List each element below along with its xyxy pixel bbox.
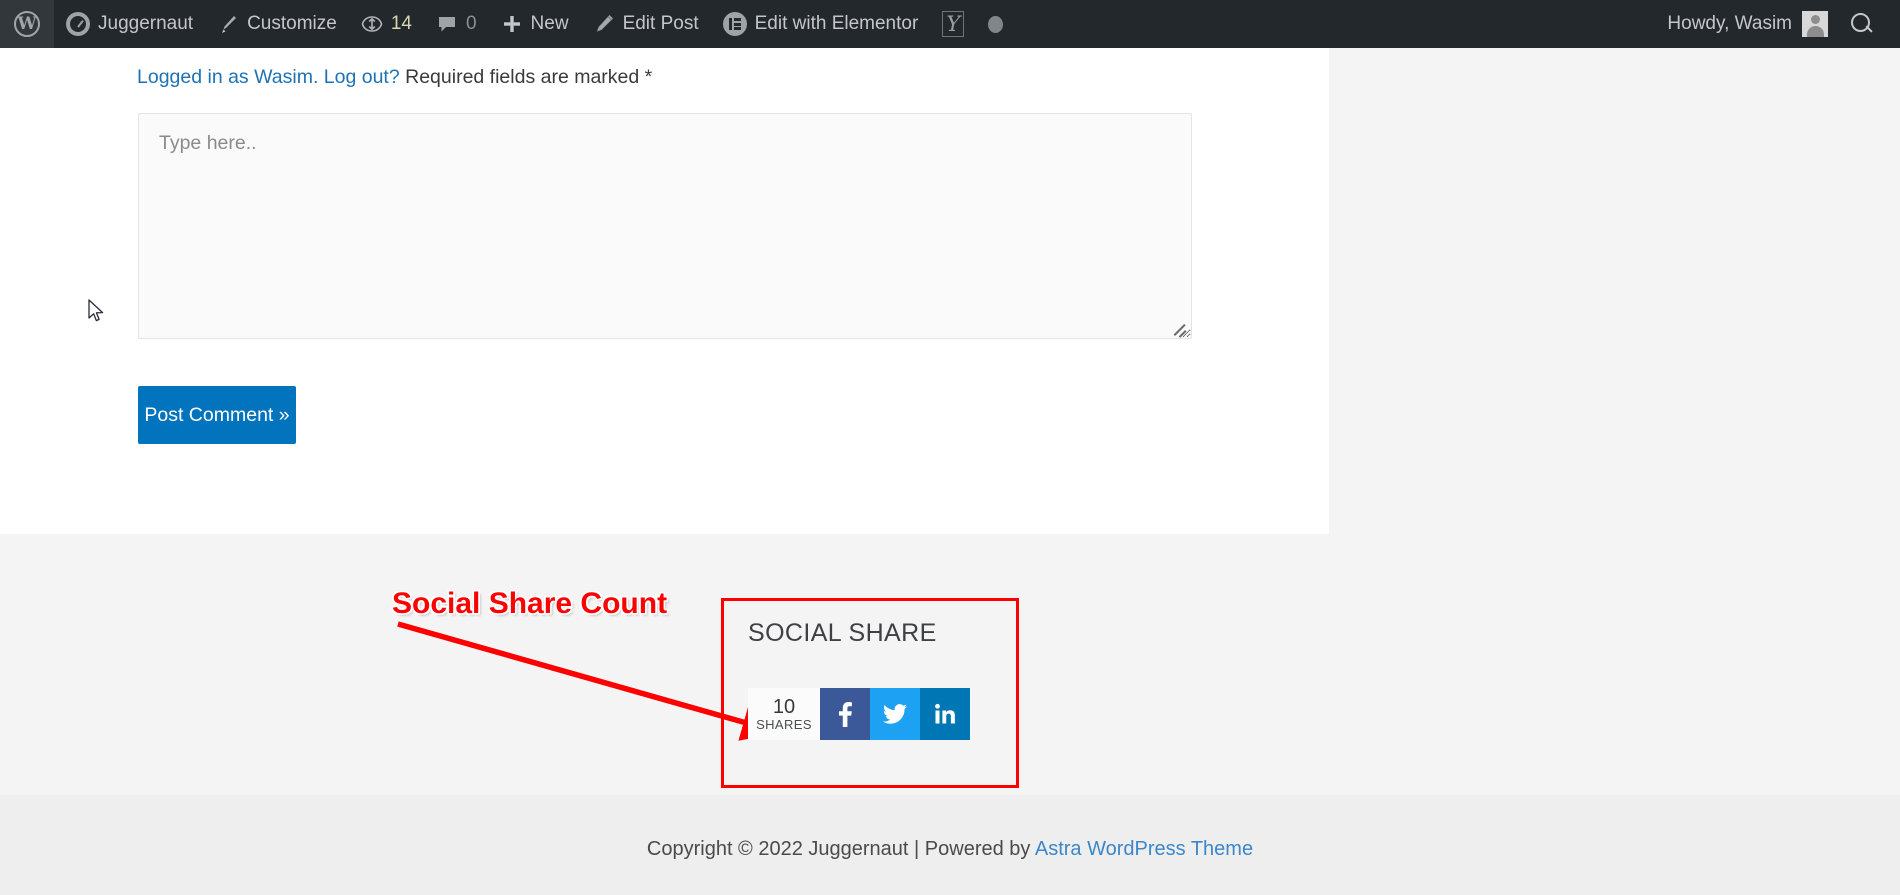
linkedin-icon: [933, 702, 957, 726]
astra-theme-link[interactable]: Astra WordPress Theme: [1035, 838, 1253, 860]
comment-bubble-icon: [436, 13, 458, 35]
wordpress-logo-icon: W: [14, 11, 40, 37]
admin-bar-left-group: W Juggernaut Customize 14 0 New Edit Pos…: [0, 0, 1015, 48]
share-count-label: SHARES: [756, 716, 812, 732]
elementor-icon: [722, 12, 747, 36]
logged-in-logout-link[interactable]: Logged in as Wasim. Log out?: [137, 66, 400, 88]
facebook-icon: [832, 701, 858, 727]
customize-menu[interactable]: Customize: [205, 0, 349, 48]
comments-count: 0: [465, 13, 477, 34]
dashboard-gauge-icon: [66, 12, 90, 36]
site-name-label: Juggernaut: [98, 13, 194, 34]
required-fields-note: Required fields are marked *: [405, 66, 653, 88]
wordpress-logo-menu[interactable]: W: [0, 0, 54, 48]
admin-bar-right-group: Howdy, Wasim: [1657, 0, 1900, 48]
updates-icon: [361, 13, 383, 35]
updates-menu[interactable]: 14: [349, 0, 424, 48]
wp-admin-bar: W Juggernaut Customize 14 0 New Edit Pos…: [0, 0, 1900, 48]
avatar: [1802, 11, 1828, 37]
admin-bar-search-button[interactable]: [1838, 0, 1884, 48]
customize-label: Customize: [247, 13, 337, 34]
new-label: New: [530, 13, 569, 34]
footer-copyright: Copyright © 2022 Juggernaut | Powered by…: [0, 838, 1900, 861]
paintbrush-icon: [217, 13, 239, 35]
twitter-icon: [881, 700, 909, 728]
updates-count: 14: [390, 13, 412, 34]
comment-form-notice: Logged in as Wasim. Log out? Required fi…: [137, 66, 652, 89]
share-count-number: 10: [772, 695, 796, 718]
facebook-share-button[interactable]: [820, 688, 870, 740]
site-name-menu[interactable]: Juggernaut: [54, 0, 205, 48]
pencil-icon: [593, 13, 615, 35]
comment-input[interactable]: [138, 113, 1192, 339]
twitter-share-button[interactable]: [870, 688, 920, 740]
yoast-seo-icon: Y: [942, 11, 965, 37]
yoast-seo-menu[interactable]: Y: [930, 0, 976, 48]
new-content-menu[interactable]: New: [489, 0, 581, 48]
social-share-bar: 10 SHARES: [748, 688, 970, 740]
my-account-menu[interactable]: Howdy, Wasim: [1657, 0, 1838, 48]
circle-dot-icon: [988, 15, 1004, 33]
edit-post-label: Edit Post: [622, 13, 699, 34]
annotation-label-social-share-count: Social Share Count: [392, 587, 668, 620]
share-count-display: 10 SHARES: [748, 688, 820, 740]
post-comment-button[interactable]: Post Comment »: [138, 386, 296, 444]
plus-icon: [501, 13, 523, 35]
edit-elementor-label: Edit with Elementor: [754, 13, 919, 34]
search-icon[interactable]: [1848, 11, 1874, 37]
linkedin-share-button[interactable]: [920, 688, 970, 740]
social-share-title: SOCIAL SHARE: [748, 619, 937, 647]
extra-plugin-menu[interactable]: [976, 0, 1015, 48]
edit-with-elementor-menu[interactable]: Edit with Elementor: [711, 0, 931, 48]
howdy-label: Howdy, Wasim: [1667, 13, 1792, 34]
footer-copyright-text: Copyright © 2022 Juggernaut | Powered by: [646, 838, 1035, 860]
comments-menu[interactable]: 0: [424, 0, 489, 48]
edit-post-menu[interactable]: Edit Post: [581, 0, 711, 48]
